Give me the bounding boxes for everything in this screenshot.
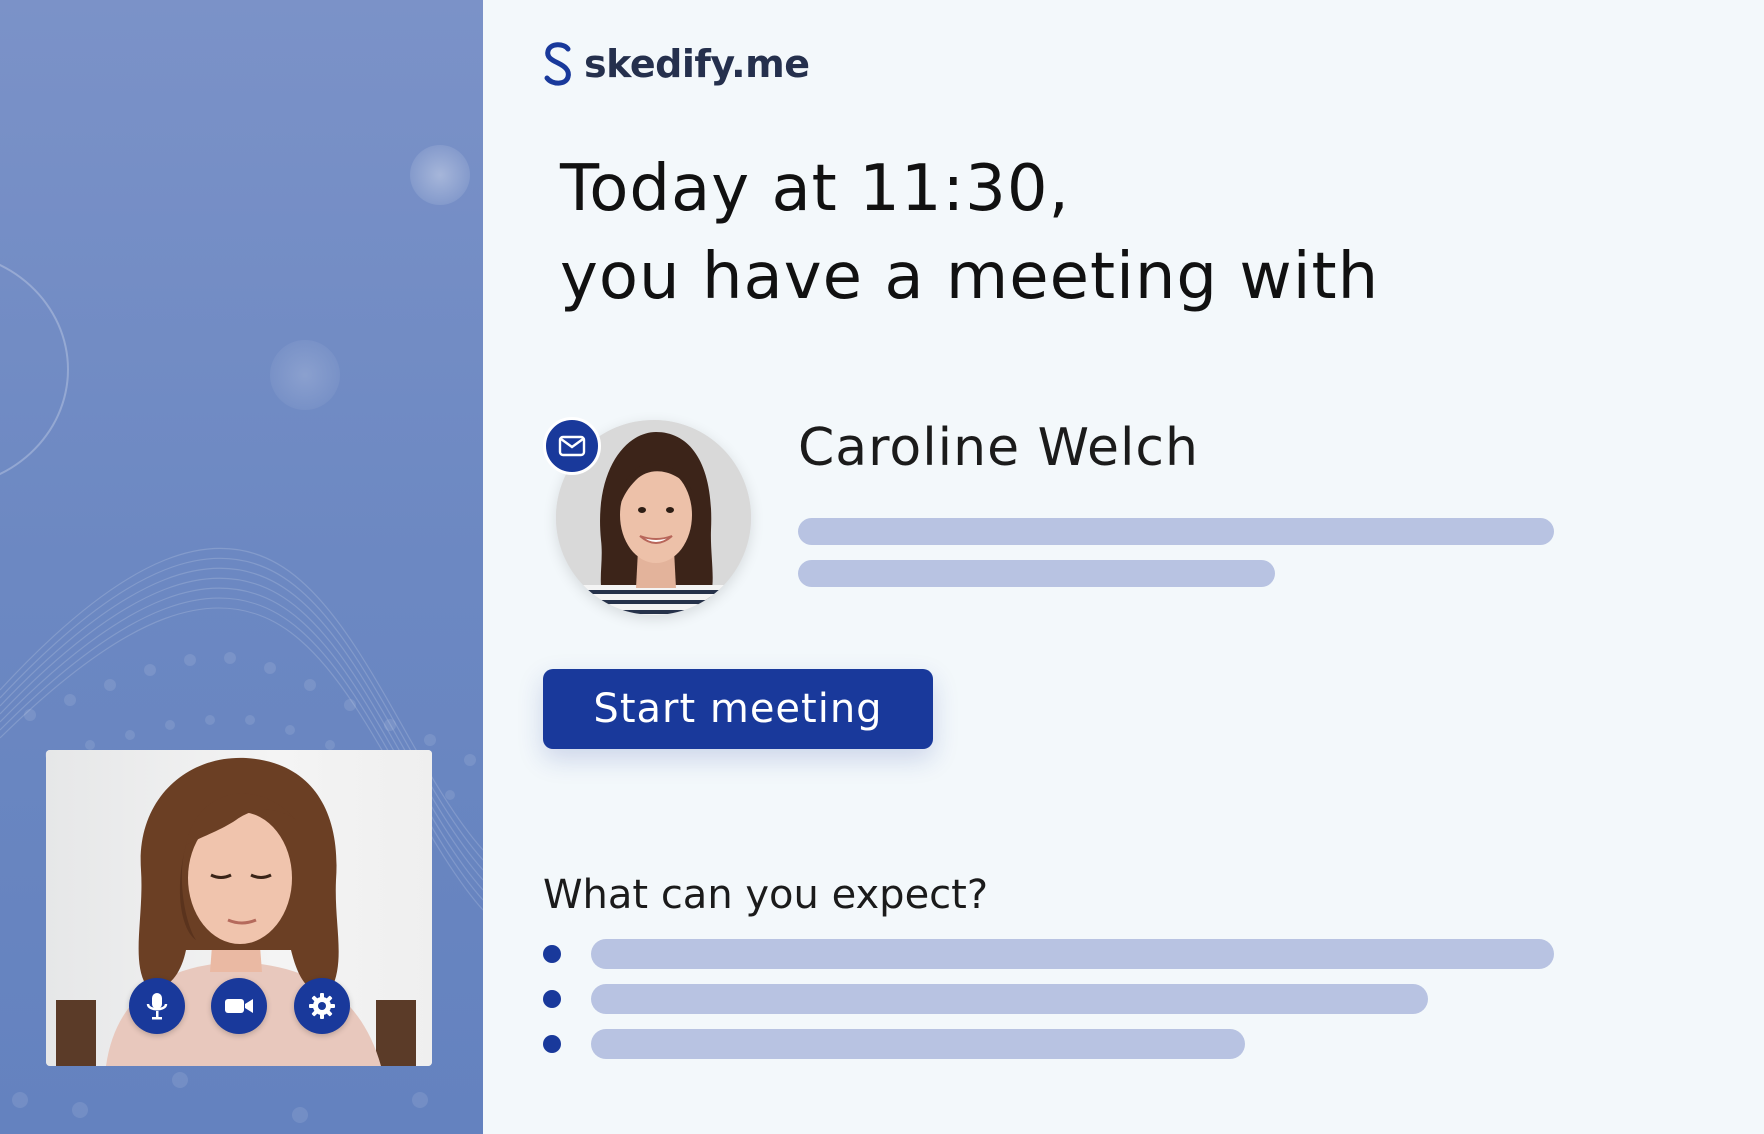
expectations-heading: What can you expect? [543, 872, 989, 918]
camera-icon [225, 999, 253, 1013]
list-item-placeholder [591, 1029, 1245, 1059]
settings-button[interactable] [294, 978, 350, 1034]
contact-detail-placeholder [798, 518, 1554, 545]
brand-logo[interactable]: skedify.me [540, 38, 810, 90]
decorative-glow [270, 340, 340, 410]
logo-text: skedify.me [584, 42, 810, 86]
start-meeting-button[interactable]: Start meeting [543, 669, 933, 749]
list-bullet [543, 1035, 561, 1053]
list-item-placeholder [591, 939, 1554, 969]
list-bullet [543, 945, 561, 963]
microphone-icon [146, 993, 168, 1020]
self-video-tile[interactable] [46, 750, 432, 1066]
decorative-glow [410, 145, 470, 205]
skedify-logo-icon [544, 42, 571, 86]
envelope-icon [558, 435, 586, 457]
list-item-placeholder [591, 984, 1428, 1014]
microphone-button[interactable] [129, 978, 185, 1034]
camera-button[interactable] [211, 978, 267, 1034]
meeting-headline: Today at 11:30, you have a meeting with [560, 145, 1660, 321]
contact-name: Caroline Welch [798, 418, 1199, 478]
headline-text: you have a meeting with [560, 240, 1380, 314]
headline-time: Today at 11:30, [560, 152, 1070, 226]
list-bullet [543, 990, 561, 1008]
decorative-ring [0, 250, 69, 489]
email-contact-button[interactable] [543, 417, 601, 475]
left-panel [0, 0, 483, 1134]
contact-detail-placeholder [798, 560, 1275, 587]
meeting-invite-screen: skedify.me Today at 11:30, you have a me… [0, 0, 1764, 1134]
gear-icon [309, 993, 335, 1019]
